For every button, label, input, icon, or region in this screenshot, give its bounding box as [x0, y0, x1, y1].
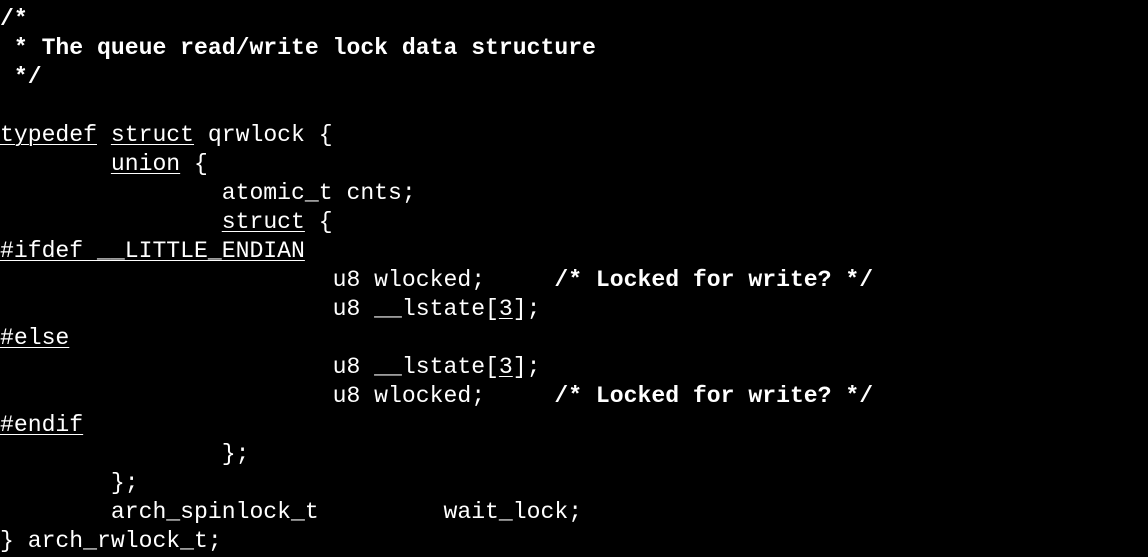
code-keyword: #else [0, 325, 70, 351]
code-line: u8 __lstate[3]; [0, 353, 541, 382]
code-token: u8 wlocked; [0, 267, 555, 293]
code-token: } arch_rwlock_t; [0, 528, 222, 554]
code-token: u8 wlocked; [0, 383, 555, 409]
code-token: atomic_t cnts; [0, 180, 416, 206]
code-keyword: struct [221, 209, 305, 235]
code-line: union { [0, 150, 208, 179]
code-comment: /* Locked for write? */ [554, 267, 874, 293]
code-keyword: 3 [498, 296, 513, 322]
code-keyword: struct [110, 122, 195, 148]
code-line: }; [0, 440, 250, 469]
code-line: #ifdef __LITTLE_ENDIAN [0, 237, 305, 266]
code-comment: /* Locked for write? */ [554, 383, 874, 409]
code-line: #endif [0, 411, 83, 440]
code-line: * The queue read/write lock data structu… [0, 34, 596, 63]
code-token: arch_spinlock_t wait_lock; [0, 499, 583, 525]
code-comment: */ [0, 64, 42, 90]
code-line: typedef struct qrwlock { [0, 121, 333, 150]
code-line: struct { [0, 208, 333, 237]
code-line: */ [0, 63, 42, 92]
code-comment: * The queue read/write lock data structu… [0, 35, 596, 61]
code-line: u8 __lstate[3]; [0, 295, 541, 324]
code-line: atomic_t cnts; [0, 179, 416, 208]
code-keyword: #ifdef __LITTLE_ENDIAN [0, 238, 305, 264]
code-line: u8 wlocked; /* Locked for write? */ [0, 382, 874, 411]
code-keyword: 3 [498, 354, 513, 380]
code-comment: /* [0, 6, 28, 32]
code-token: }; [0, 441, 250, 467]
code-line: arch_spinlock_t wait_lock; [0, 498, 582, 527]
code-token: }; [0, 470, 139, 496]
code-line: u8 wlocked; /* Locked for write? */ [0, 266, 874, 295]
code-token: { [180, 151, 208, 177]
code-line: /* [0, 5, 28, 34]
code-keyword: union [110, 151, 181, 177]
code-token: ]; [512, 296, 541, 322]
code-keyword: typedef [0, 122, 98, 148]
code-token: qrwlock { [194, 122, 333, 148]
code-line: }; [0, 469, 139, 498]
code-line: #else [0, 324, 69, 353]
code-keyword: #endif [0, 412, 84, 438]
code-token: u8 __lstate[ [0, 354, 499, 380]
code-token: u8 __lstate[ [0, 296, 499, 322]
code-token: ]; [512, 354, 541, 380]
code-editor[interactable]: /* * The queue read/write lock data stru… [0, 0, 1148, 557]
code-token: { [304, 209, 333, 235]
code-line: } arch_rwlock_t; [0, 527, 222, 556]
